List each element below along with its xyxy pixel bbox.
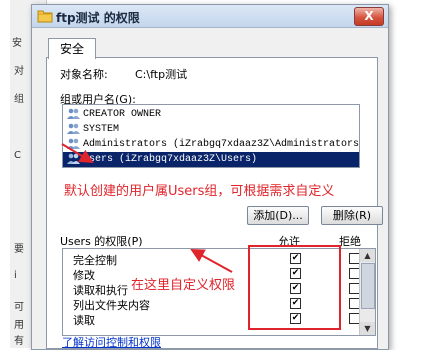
dialog-title: ftp测试 的权限 xyxy=(56,11,140,25)
list-item-label: Users (iZrabgq7xdaaz3Z\Users) xyxy=(83,154,258,165)
close-button[interactable]: X xyxy=(354,7,384,26)
background-text-fragment: 有 xyxy=(14,336,24,347)
background-text-fragment: 用 xyxy=(14,320,24,331)
annotation-custom-note: 在这里自定义权限 xyxy=(131,278,236,293)
background-text-fragment: 组 xyxy=(14,94,24,105)
list-item[interactable]: CREATOR OWNER xyxy=(63,107,359,122)
permission-name: 读取 xyxy=(73,314,95,327)
object-name-value: C:\ftp测试 xyxy=(135,68,188,81)
background-text-fragment: 要 xyxy=(14,244,24,255)
scroll-down-icon[interactable]: ▼ xyxy=(360,322,375,335)
tab-security[interactable]: 安全 xyxy=(48,38,96,59)
group-user-list[interactable]: CREATOR OWNER SYSTEM Administrators (iZr… xyxy=(62,104,360,168)
permissions-label: Users 的权限(P) xyxy=(60,235,143,248)
scroll-thumb[interactable] xyxy=(361,263,375,309)
list-item-label: CREATOR OWNER xyxy=(83,109,162,120)
user-group-icon xyxy=(67,138,80,150)
permissions-scrollbar[interactable]: ▲ ▼ xyxy=(359,249,375,335)
background-text-fragment: i xyxy=(14,270,17,281)
deny-column-header: 拒绝 xyxy=(339,235,361,248)
list-item-label: SYSTEM xyxy=(83,124,120,135)
scroll-up-icon[interactable]: ▲ xyxy=(360,249,375,262)
list-item-selected[interactable]: Users (iZrabgq7xdaaz3Z\Users) xyxy=(63,152,359,167)
title-bar[interactable]: ftp测试 的权限 X xyxy=(32,5,388,28)
background-text-fragment: 对 xyxy=(14,66,24,77)
remove-button[interactable]: 删除(R) xyxy=(321,206,383,225)
user-group-icon xyxy=(67,123,80,135)
list-item[interactable]: Administrators (iZrabgq7xdaaz3Z\Administ… xyxy=(63,137,359,152)
user-group-icon xyxy=(67,153,80,165)
list-item-label: Administrators (iZrabgq7xdaaz3Z\Administ… xyxy=(83,139,360,150)
folder-icon xyxy=(37,8,53,23)
background-text-fragment: C xyxy=(14,150,21,161)
background-text-fragment: 可 xyxy=(14,302,24,313)
annotation-highlight-box xyxy=(248,245,341,330)
user-group-icon xyxy=(67,108,80,120)
add-button[interactable]: 添加(D)... xyxy=(247,206,309,225)
list-item[interactable]: SYSTEM xyxy=(63,122,359,137)
background-text-fragment: 安 xyxy=(12,38,22,49)
object-name-label: 对象名称: xyxy=(60,68,108,81)
annotation-users-note: 默认创建的用户属Users组，可根据需求自定义 xyxy=(64,184,335,199)
